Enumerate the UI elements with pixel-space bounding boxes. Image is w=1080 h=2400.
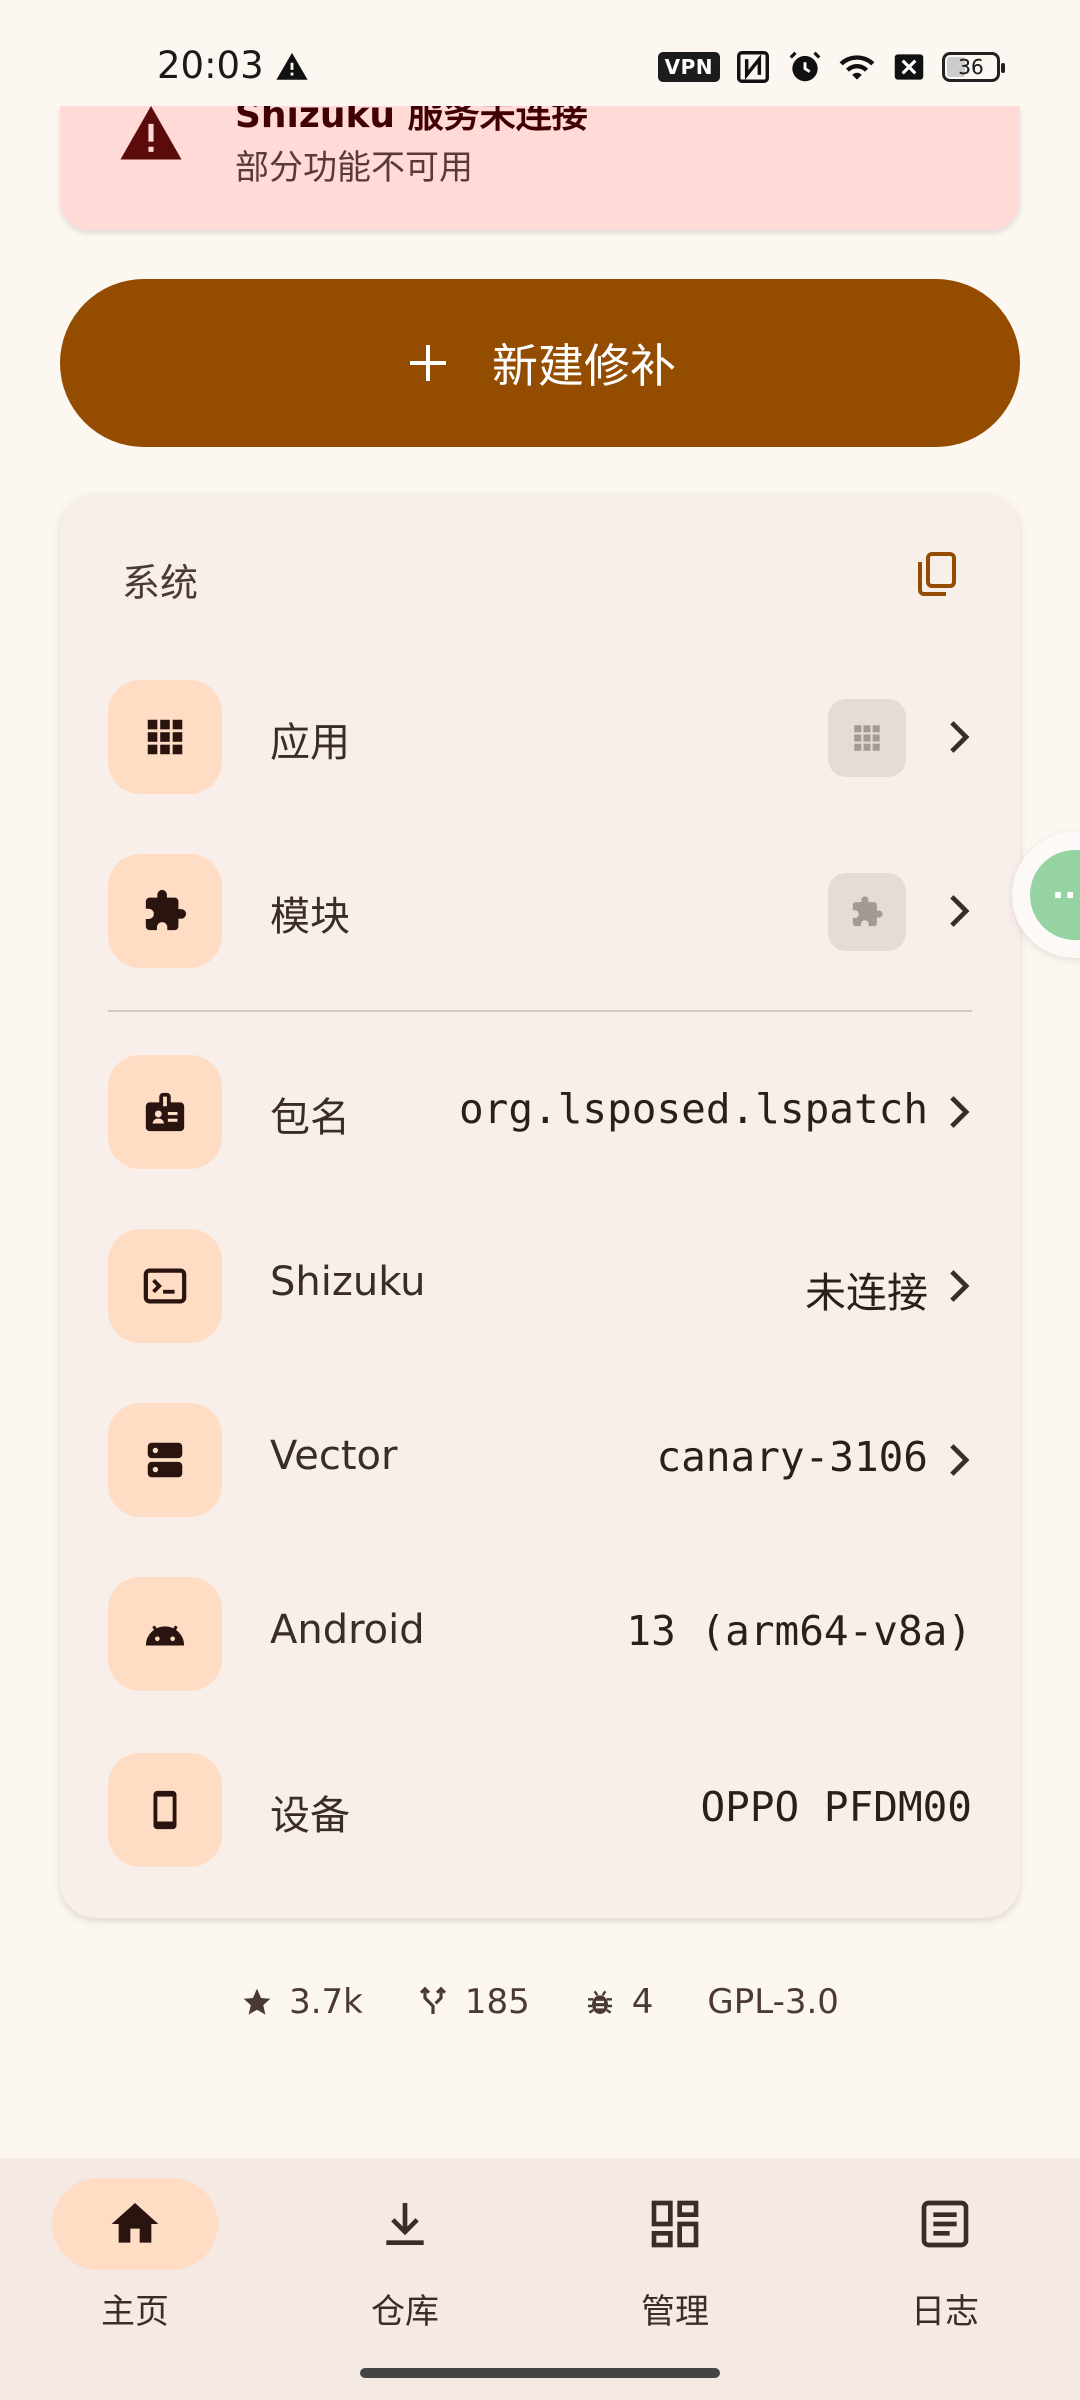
status-bar-overlay: 20:03 VPN 36 <box>0 0 1080 136</box>
android-icon <box>145 1625 185 1646</box>
system-card: 系统 应用 模块 包名 org.lsposed.lspatch Shizuku … <box>60 494 1020 1918</box>
row-apps[interactable]: 应用 <box>108 680 972 794</box>
nav-repository-pill <box>322 2178 488 2270</box>
license-stat[interactable]: GPL-3.0 <box>707 1982 839 2022</box>
fork-icon <box>419 1986 446 2014</box>
nfc-icon <box>737 51 769 83</box>
alarm-icon <box>789 51 821 82</box>
chevron-right-icon <box>950 1096 970 1128</box>
puzzle-icon <box>852 896 883 927</box>
nav-label: 仓库 <box>371 2292 439 2332</box>
shizuku-row-icon <box>108 1229 222 1343</box>
phone-icon <box>153 1790 177 1830</box>
row-label: 应用 <box>270 720 350 766</box>
terminal-icon <box>143 1268 187 1304</box>
device-value: OPPO PFDM00 <box>700 1783 972 1831</box>
forks-stat[interactable]: 185 <box>417 1982 530 2022</box>
modules-row-icon <box>108 854 222 968</box>
system-title: 系统 <box>122 561 199 605</box>
plus-icon <box>410 345 446 381</box>
home-indicator[interactable] <box>360 2368 720 2378</box>
vector-value: canary-3106 <box>656 1433 928 1481</box>
package-row-icon <box>108 1055 222 1169</box>
home-icon <box>111 2203 159 2243</box>
repo-stats: 3.7k 185 4 GPL-3.0 <box>0 1982 1080 2022</box>
new-patch-label: 新建修补 <box>492 339 676 393</box>
nav-logs-pill <box>862 2178 1028 2270</box>
row-label: Android <box>270 1607 425 1653</box>
bottom-nav: 主页 仓库 管理 日志 <box>0 2158 1080 2400</box>
nav-home[interactable]: 主页 <box>0 2158 270 2400</box>
puzzle-icon <box>145 889 187 931</box>
row-shizuku[interactable]: Shizuku 未连接 <box>108 1229 972 1343</box>
nav-logs[interactable]: 日志 <box>810 2158 1080 2400</box>
row-label: 设备 <box>270 1793 350 1839</box>
warning-icon <box>276 52 308 80</box>
chevron-right-icon <box>950 1270 970 1302</box>
row-package[interactable]: 包名 org.lsposed.lspatch <box>108 1055 972 1169</box>
nav-manage-pill <box>592 2178 758 2270</box>
apps-grid-icon <box>147 719 183 755</box>
row-label: Shizuku <box>270 1259 426 1305</box>
row-label: Vector <box>270 1433 398 1479</box>
row-device: 设备 OPPO PFDM00 <box>108 1753 972 1867</box>
article-icon <box>921 2200 969 2248</box>
nav-label: 管理 <box>641 2292 709 2332</box>
floating-bubble[interactable]: ·· <box>1012 832 1080 958</box>
nav-manage[interactable]: 管理 <box>540 2158 810 2400</box>
row-android: Android 13 (arm64-v8a) <box>108 1577 972 1691</box>
new-patch-button[interactable]: 新建修补 <box>60 279 1020 447</box>
row-modules[interactable]: 模块 <box>108 854 972 968</box>
row-vector[interactable]: Vector canary-3106 <box>108 1403 972 1517</box>
status-time: 20:03 <box>157 44 264 87</box>
vector-row-icon <box>108 1403 222 1517</box>
chevron-right-icon <box>950 895 970 927</box>
device-row-icon <box>108 1753 222 1867</box>
issues-stat[interactable]: 4 <box>584 1982 653 2022</box>
android-row-icon <box>108 1577 222 1691</box>
chevron-right-icon <box>950 1444 970 1476</box>
status-icons: VPN 36 <box>657 48 1005 86</box>
shizuku-value: 未连接 <box>805 1269 928 1317</box>
divider <box>108 1010 972 1012</box>
android-value: 13 (arm64-v8a) <box>626 1607 972 1655</box>
nav-home-pill <box>52 2178 218 2270</box>
dashboard-icon <box>651 2200 699 2248</box>
nav-label: 主页 <box>101 2292 169 2332</box>
vpn-badge: VPN <box>657 52 720 82</box>
download-icon <box>386 2203 424 2245</box>
bug-icon <box>587 1990 612 2014</box>
sim-off-icon <box>894 54 924 80</box>
storage-icon <box>147 1442 183 1478</box>
nav-label: 日志 <box>911 2292 979 2332</box>
stars-stat[interactable]: 3.7k <box>241 1982 363 2022</box>
chevron-right-icon <box>950 721 970 753</box>
more-dots-icon: ·· <box>1030 850 1080 940</box>
apps-mini-icon <box>828 699 906 777</box>
apps-row-icon <box>108 680 222 794</box>
battery-icon: 36 <box>942 52 1005 82</box>
row-label: 模块 <box>270 894 350 940</box>
star-icon <box>243 1988 271 2015</box>
badge-icon <box>145 1092 185 1132</box>
row-label: 包名 <box>270 1095 350 1141</box>
package-value: org.lsposed.lspatch <box>459 1085 928 1133</box>
wifi-icon <box>839 55 875 80</box>
nav-repository[interactable]: 仓库 <box>270 2158 540 2400</box>
apps-grid-icon <box>854 725 880 751</box>
copy-icon[interactable] <box>912 550 960 598</box>
modules-mini-icon <box>828 873 906 951</box>
warning-subtitle: 部分功能不可用 <box>235 148 473 188</box>
